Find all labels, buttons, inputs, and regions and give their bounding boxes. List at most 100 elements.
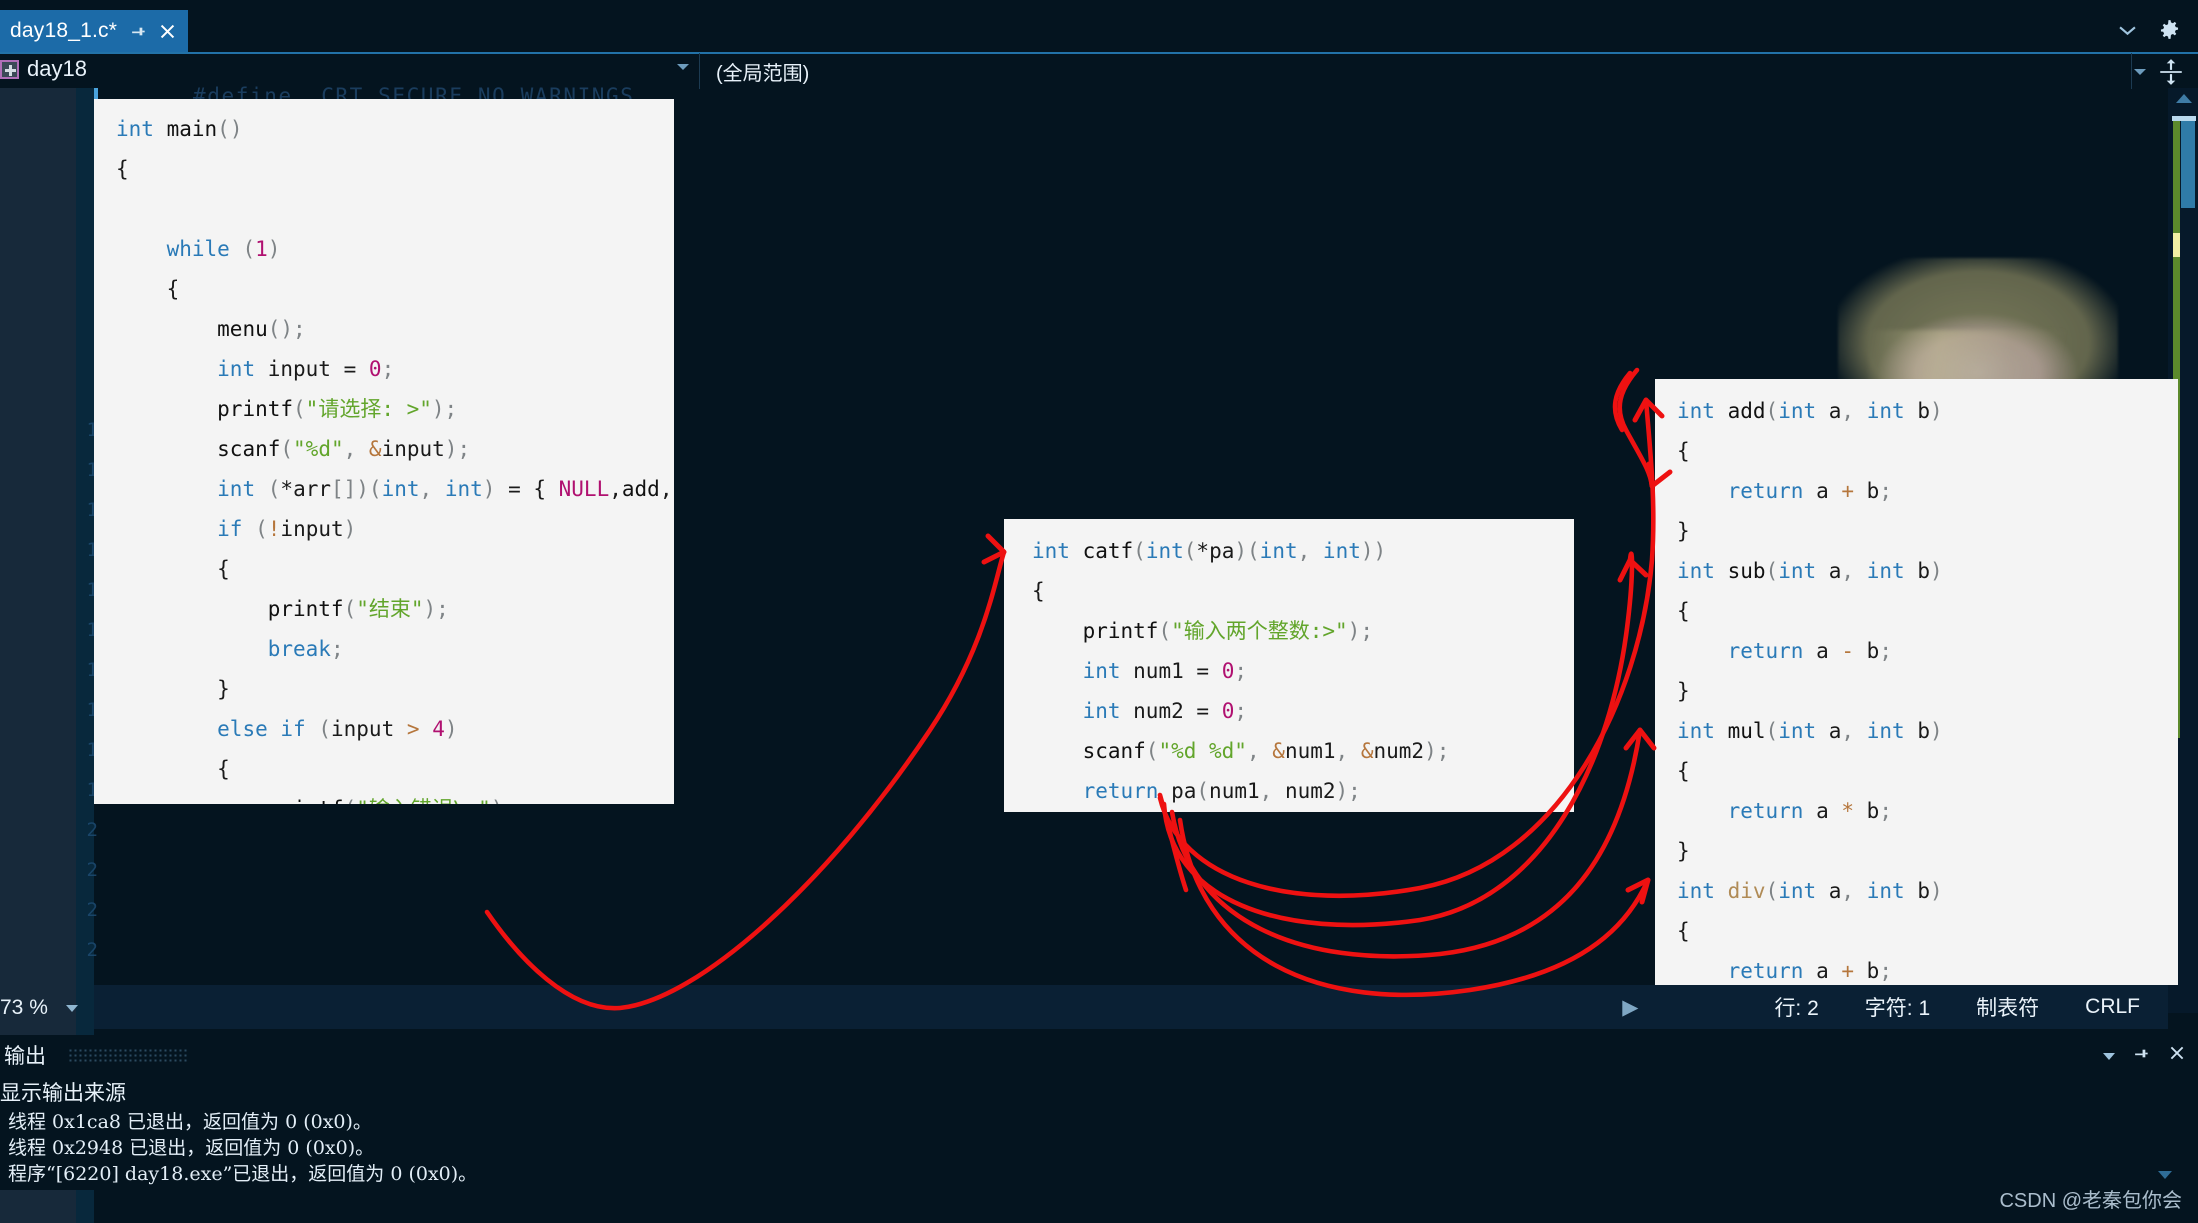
code-token: &: [1360, 739, 1374, 763]
code-token: }: [1677, 679, 1690, 703]
status-line-ending[interactable]: CRLF: [2085, 995, 2140, 1019]
code-token: (: [1158, 619, 1172, 643]
code-line: if (!input): [116, 509, 674, 549]
code-token: {: [1677, 599, 1690, 623]
scrollbar-thumb[interactable]: [2181, 120, 2195, 208]
code-token: (: [318, 717, 331, 741]
code-line: menu();: [116, 309, 674, 349]
operations-functions-panel[interactable]: int add(int a, int b){ return a + b;} int…: [1655, 379, 2178, 985]
code-token: a: [1816, 559, 1842, 583]
chevron-down-icon[interactable]: [2103, 1052, 2115, 1060]
code-line: return a * b;: [1677, 791, 2178, 831]
editor-tab-day18_1c[interactable]: day18_1.c*: [0, 10, 189, 52]
code-token: break: [267, 637, 331, 661]
code-token: ,: [1297, 539, 1311, 563]
code-token: catf: [1082, 539, 1134, 563]
code-token: );: [1424, 739, 1450, 763]
code-token: num1: [1120, 659, 1197, 683]
code-line: {: [1677, 431, 2178, 471]
code-line: scanf("%d", &input);: [116, 429, 674, 469]
code-token: (: [1765, 719, 1779, 743]
code-line: return a + b;: [1677, 471, 2178, 511]
code-token: );: [423, 597, 449, 621]
pin-icon[interactable]: [2133, 1045, 2150, 1068]
close-icon[interactable]: [2168, 1044, 2186, 1068]
code-token: int: [1082, 659, 1121, 683]
member-dropdown[interactable]: (全局范围): [700, 53, 2132, 89]
code-token: }: [116, 677, 230, 701]
code-token: printf: [217, 397, 294, 421]
line-number: 2: [86, 819, 98, 841]
code-token: int: [1866, 399, 1905, 423]
code-token: ): [1929, 399, 1943, 423]
gear-icon[interactable]: [2157, 18, 2182, 48]
code-token: 0: [368, 357, 382, 381]
code-token: (): [217, 117, 243, 141]
code-token: int: [1866, 879, 1905, 903]
code-token: ,: [1841, 559, 1855, 583]
code-token: add: [1727, 399, 1766, 423]
code-token: arr: [293, 477, 331, 501]
code-token: NULL: [558, 477, 610, 501]
close-icon[interactable]: [158, 22, 177, 41]
code-token: pa: [1209, 539, 1235, 563]
zoom-level-selector[interactable]: 73 %: [0, 996, 78, 1020]
project-name-label: day18: [27, 56, 87, 81]
chevron-down-icon[interactable]: [2134, 69, 2146, 75]
output-log-line: 程序“[6220] day18.exe”已退出，返回值为 0 (0x0)。: [8, 1163, 478, 1185]
code-token: ): [267, 237, 281, 261]
code-token: ();: [267, 317, 306, 341]
pin-icon[interactable]: [130, 23, 147, 40]
line-number: 2: [86, 859, 98, 881]
code-line: printf("结束");: [116, 589, 674, 629]
code-token: (: [280, 437, 294, 461]
split-view-icon[interactable]: [2158, 58, 2184, 91]
main-function-panel[interactable]: int main(){ while (1) { menu(); int inpu…: [94, 99, 674, 804]
code-token: sub: [1727, 559, 1766, 583]
code-token: int: [1778, 399, 1817, 423]
chevron-down-icon[interactable]: [2119, 23, 2136, 39]
project-indicator[interactable]: day18: [0, 56, 87, 82]
project-node-icon: [0, 59, 19, 79]
watermark-label: CSDN @老秦包你会: [1999, 1190, 2182, 1212]
drag-grip-icon[interactable]: [68, 1048, 188, 1062]
code-token: int: [1866, 559, 1905, 583]
code-token: (: [1183, 539, 1197, 563]
code-token: }: [1677, 519, 1690, 543]
code-token: b: [1904, 399, 1930, 423]
code-token: (: [1196, 779, 1210, 803]
output-window-title: 输出: [4, 1045, 46, 1068]
scroll-up-arrow-icon[interactable]: [2176, 94, 2192, 103]
code-token: 4: [432, 717, 445, 741]
code-token: main: [166, 117, 218, 141]
code-token: int: [1677, 879, 1715, 903]
code-token: int: [1778, 719, 1817, 743]
ide-window: day18_1.c* (全局范围) day18 #define _CRT_SEC…: [0, 0, 2198, 1223]
code-token: -: [1841, 639, 1855, 663]
catf-function-panel[interactable]: int catf(int(*pa)(int, int)){ printf("输入…: [1004, 519, 1574, 812]
status-tabs-mode[interactable]: 制表符: [1976, 992, 2039, 1022]
code-line: break;: [116, 629, 674, 669]
code-token: (: [267, 477, 281, 501]
run-arrow-icon[interactable]: ▶: [1622, 995, 1638, 1020]
code-token: scanf: [1082, 739, 1146, 763]
code-token: );: [431, 397, 458, 421]
output-source-label[interactable]: 显示输出来源: [0, 1077, 126, 1107]
code-token: input: [381, 437, 445, 461]
